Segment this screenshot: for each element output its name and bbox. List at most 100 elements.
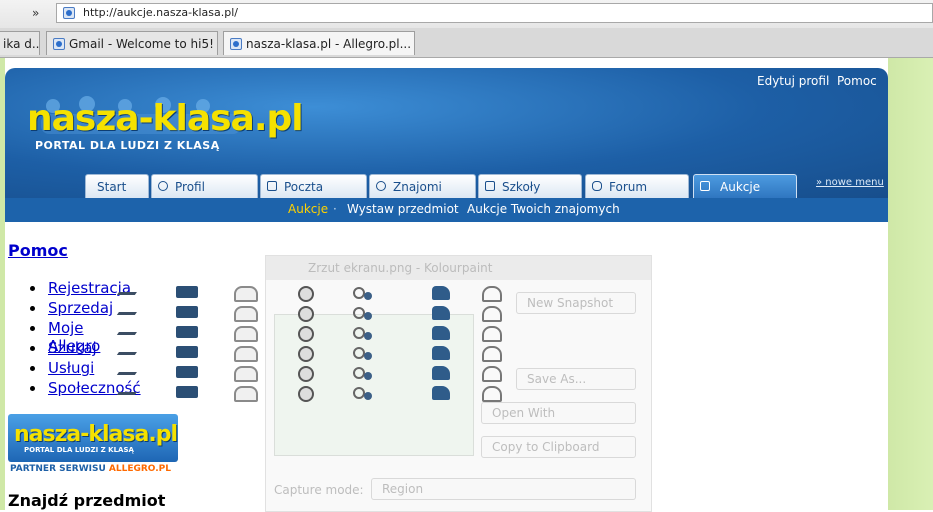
gears-icon [352,306,372,320]
gears-icon [352,286,372,300]
lock-icon [482,306,502,322]
partner-caption-prefix: PARTNER SERWISU [10,464,109,474]
ghost-copy-button: Copy to Clipboard [481,436,636,458]
new-menu-link[interactable]: » nowe menu [816,177,884,188]
pencil-icon [116,326,142,335]
partner-tagline: PORTAL DLA LUDZI Z KLASĄ [24,446,134,454]
help-link-szukaj[interactable]: Szukaj [48,339,97,357]
tab-aukcje[interactable]: Aukcje [693,174,797,198]
ghost-open-with-button: Open With [481,402,636,424]
puzzle-icon [432,286,450,300]
toolbar-overflow-chevron[interactable]: » [32,6,39,20]
partner-caption-brand: ALLEGRO.PL [108,464,172,474]
gears-icon [352,366,372,380]
browser-tab-1[interactable]: ika d... [0,31,40,55]
page-background-right [888,58,933,510]
ghost-save-as-button: Save As... [516,368,636,390]
ghost-button-label: New Snapshot [527,296,614,310]
browser-tab-label: ika d... [3,37,40,51]
tab-label: Znajomi [393,180,442,194]
school-icon [485,181,495,191]
browser-tab-gmail[interactable]: Gmail - Welcome to hi5! [46,31,218,55]
help-link[interactable]: Pomoc [837,74,877,88]
forum-icon [592,181,602,191]
ghost-window-title: Zrzut ekranu.png - Kolourpaint [308,261,493,275]
ghost-window-titlebar: Zrzut ekranu.png - Kolourpaint [266,256,651,280]
ghost-capture-mode-select: Region [371,478,636,500]
tab-label: Profil [175,180,205,194]
address-bar[interactable]: http://aukcje.nasza-klasa.pl/ [56,3,933,23]
browser-tab-label: nasza-klasa.pl - Allegro.pl... [246,37,412,51]
ghost-screenshot-window: Zrzut ekranu.png - Kolourpaint New Snaps… [265,255,652,512]
drive-icon [234,306,258,322]
browser-toolbar: » http://aukcje.nasza-klasa.pl/ [0,0,933,29]
pencil-icon [116,346,142,355]
auction-hand-icon [700,181,710,191]
ghost-select-value: Region [382,482,424,496]
ghost-button-label: Open With [492,406,556,420]
partner-logo: nasza-klasa.pl [14,422,178,447]
site-tagline: PORTAL DLA LUDZI Z KLASĄ [35,139,220,152]
tab-label: Start [97,180,127,194]
globe-icon [298,366,314,382]
site-logo[interactable]: nasza-klasa.pl [27,98,304,139]
edit-profile-link[interactable]: Edytuj profil [757,74,829,88]
lock-icon [482,346,502,362]
drive-icon [234,346,258,362]
ghost-button-label: Save As... [527,372,587,386]
pencil-icon [116,366,142,375]
tab-label: Aukcje [720,180,761,194]
browser-tab-label: Gmail - Welcome to hi5! [69,37,214,51]
ghost-button-label: Copy to Clipboard [492,440,600,454]
puzzle-icon [432,366,450,380]
tab-favicon-icon [230,38,242,50]
globe-icon [298,346,314,362]
subnav-aukcje-znajomych[interactable]: Aukcje Twoich znajomych [467,202,620,216]
partner-caption: PARTNER SERWISU ALLEGRO.PL [10,464,171,474]
tab-favicon-icon [53,38,65,50]
tab-label: Szkoły [502,180,541,194]
folder-icon [176,366,198,378]
tab-start[interactable]: Start [85,174,149,198]
puzzle-icon [432,326,450,340]
auction-subnav: Aukcje · Wystaw przedmiot · Aukcje Twoic… [5,198,888,222]
lock-icon [482,286,502,302]
drive-icon [234,286,258,302]
lock-icon [482,326,502,342]
folder-icon [176,286,198,298]
site-header: Edytuj profil · Pomoc nasza-klasa.pl POR… [5,68,888,198]
globe-icon [298,306,314,322]
tab-forum[interactable]: Forum [585,174,689,198]
subnav-wystaw-przedmiot[interactable]: Wystaw przedmiot [347,202,459,216]
gears-icon [352,326,372,340]
puzzle-icon [432,306,450,320]
subnav-aukcje[interactable]: Aukcje [288,202,328,216]
address-bar-url[interactable]: http://aukcje.nasza-klasa.pl/ [83,6,238,19]
help-link-uslugi[interactable]: Usługi [48,359,94,377]
lock-icon [482,366,502,382]
friends-icon [376,181,386,191]
puzzle-icon [432,386,450,400]
folder-icon [176,306,198,318]
gears-icon [352,386,372,400]
browser-tab-strip: ika d... Gmail - Welcome to hi5! nasza-k… [0,28,933,58]
site-favicon-icon [63,7,75,19]
help-heading[interactable]: Pomoc [8,241,68,260]
tab-profil[interactable]: Profil [151,174,258,198]
globe-icon [298,326,314,342]
header-separator: · [826,74,830,88]
tab-znajomi[interactable]: Znajomi [369,174,476,198]
subnav-separator: · [333,202,337,216]
help-link-sprzedaj[interactable]: Sprzedaj [48,299,113,317]
browser-tab-nasza-klasa[interactable]: nasza-klasa.pl - Allegro.pl... [223,31,415,55]
globe-icon [298,286,314,302]
pencil-icon [116,306,142,315]
folder-icon [176,346,198,358]
tab-label: Forum [609,180,648,194]
partner-badge[interactable]: nasza-klasa.pl PORTAL DLA LUDZI Z KLASĄ [8,414,178,462]
tab-poczta[interactable]: Poczta [260,174,367,198]
tab-szkoly[interactable]: Szkoły [478,174,582,198]
gears-icon [352,346,372,360]
drive-icon [234,366,258,382]
drive-icon [234,386,258,402]
